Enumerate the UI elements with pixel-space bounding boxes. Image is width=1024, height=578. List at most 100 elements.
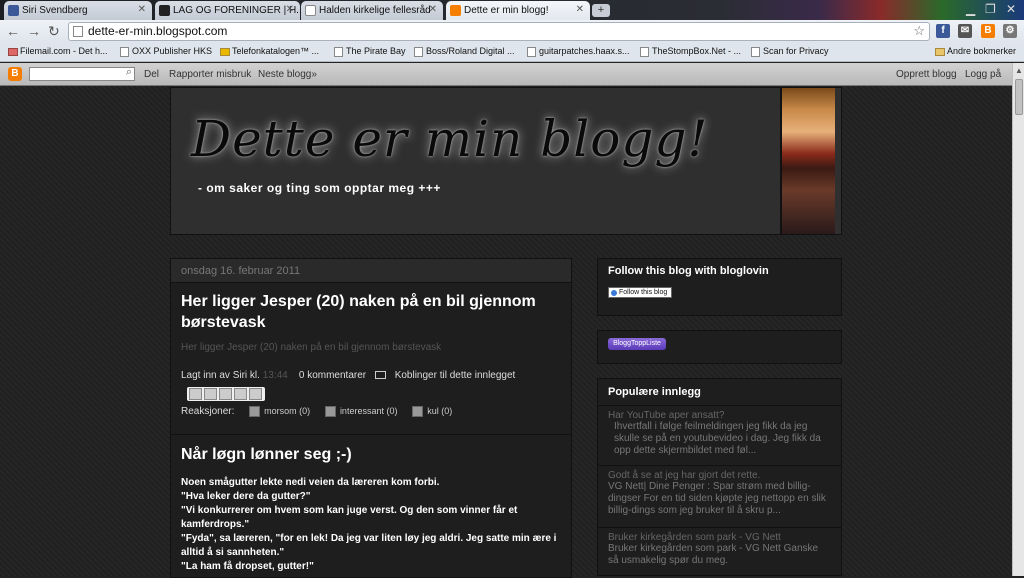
reactions-label: Reaksjoner: xyxy=(181,406,235,418)
facebook-share-icon[interactable] xyxy=(234,388,247,400)
post-date: onsdag 16. februar 2011 xyxy=(171,259,571,283)
post-body: Her ligger Jesper (20) naken på en bil g… xyxy=(181,342,442,353)
scrollbar-thumb[interactable] xyxy=(1015,79,1023,115)
blog-title[interactable]: Dette er min blogg! xyxy=(191,110,708,168)
popular-post-snippet: VG Nett| Dine Penger : Spar strøm med bi… xyxy=(608,481,826,516)
bookmark-item[interactable]: Filemail.com - Det h... xyxy=(8,46,108,56)
post-divider xyxy=(171,434,571,435)
bookmark-item[interactable]: guitarpatches.haax.s... xyxy=(527,46,630,57)
gadget-title: Populære innlegg xyxy=(608,386,701,398)
popular-post-item: Godt å se at jeg har gjort det rette. VG… xyxy=(598,465,841,517)
site-icon xyxy=(159,5,170,16)
bookmark-item[interactable]: OXX Publisher HKS xyxy=(120,46,212,57)
reaction-checkbox-morsom[interactable] xyxy=(249,406,261,417)
bloggtoppliste-badge[interactable]: BloggToppListe xyxy=(608,338,666,350)
mail-extension-icon[interactable]: ✉ xyxy=(958,24,972,38)
bookmark-item[interactable]: TheStompBox.Net - ... xyxy=(640,46,741,57)
blog-header: Dette er min blogg! - om saker og ting s… xyxy=(170,87,842,235)
email-share-icon[interactable] xyxy=(189,388,202,400)
forward-icon[interactable]: → xyxy=(27,23,41,39)
tab-dette-er-min-blogg[interactable]: Dette er min blogg! ✕ xyxy=(446,1,590,20)
other-bookmarks[interactable]: Andre bokmerker xyxy=(935,46,1016,56)
email-post-icon[interactable] xyxy=(374,371,386,380)
reaction-checkbox-interessant[interactable] xyxy=(324,406,336,417)
post-title[interactable]: Her ligger Jesper (20) naken på en bil g… xyxy=(181,291,561,333)
folder-icon xyxy=(935,48,945,56)
close-icon[interactable]: ✕ xyxy=(138,4,146,15)
blogger-logo-icon[interactable]: B xyxy=(8,67,22,81)
close-icon[interactable]: ✕ xyxy=(576,4,584,15)
follow-button[interactable]: Follow this blog xyxy=(608,287,672,298)
login-link[interactable]: Logg på xyxy=(965,69,1001,80)
tab-label: LAG OG FORENINGER | H... xyxy=(173,5,300,16)
bookmark-item[interactable]: Telefonkatalogen™ ... xyxy=(220,46,319,56)
bookmark-icon xyxy=(220,48,230,56)
reload-icon[interactable]: ↻ xyxy=(48,23,60,40)
page-icon xyxy=(120,47,129,57)
blogger-extension-icon[interactable]: B xyxy=(981,24,995,38)
search-icon[interactable]: ⌕ xyxy=(126,66,132,79)
page-icon xyxy=(414,47,423,57)
bookmark-item[interactable]: Scan for Privacy xyxy=(751,46,829,57)
page-icon xyxy=(305,5,316,16)
maximize-icon[interactable]: ❐ xyxy=(985,2,996,16)
bloggtoppliste-gadget: BloggToppListe xyxy=(597,330,842,364)
create-blog-link[interactable]: Opprett blogg xyxy=(896,69,957,80)
blogger-icon xyxy=(450,5,461,16)
bookmark-item[interactable]: Boss/Roland Digital ... xyxy=(414,46,515,57)
facebook-icon xyxy=(8,5,19,16)
bookmarks-bar: Filemail.com - Det h... OXX Publisher HK… xyxy=(0,43,1024,62)
blog-this-icon[interactable] xyxy=(204,388,217,400)
minimize-icon[interactable]: ▁ xyxy=(966,2,975,16)
page-icon xyxy=(73,26,83,37)
tab-label: Siri Svendberg xyxy=(22,5,88,16)
backlinks-link[interactable]: Koblinger til dette innlegget xyxy=(395,370,516,381)
wrench-icon[interactable]: ⚙ xyxy=(1003,24,1017,38)
header-photo xyxy=(780,88,835,234)
post-time[interactable]: 13:44 xyxy=(263,370,288,381)
share-buttons xyxy=(187,387,265,401)
address-text: dette-er-min.blogspot.com xyxy=(88,24,228,38)
page-icon xyxy=(751,47,760,57)
twitter-share-icon[interactable] xyxy=(219,388,232,400)
share-link[interactable]: Del xyxy=(144,69,159,80)
popular-post-title[interactable]: Bruker kirkegården som park - VG Nett xyxy=(608,532,831,543)
comments-link[interactable]: 0 kommentarer xyxy=(299,370,366,381)
facebook-extension-icon[interactable]: f xyxy=(936,24,950,38)
bookmark-icon xyxy=(8,48,18,56)
buzz-share-icon[interactable] xyxy=(249,388,262,400)
close-icon[interactable]: ✕ xyxy=(286,4,294,15)
scrollbar[interactable]: ▲ xyxy=(1012,63,1024,576)
tab-strip: Siri Svendberg ✕ LAG OG FORENINGER | H..… xyxy=(0,0,1024,20)
popular-post-item: Bruker kirkegården som park - VG Nett Br… xyxy=(598,527,841,567)
popular-post-item: Har YouTube aper ansatt? Ihvertfall i fø… xyxy=(598,405,841,457)
report-abuse-link[interactable]: Rapporter misbruk xyxy=(169,69,251,80)
page-icon xyxy=(640,47,649,57)
page-icon xyxy=(527,47,536,57)
bloglovin-gadget: Follow this blog with bloglovin Follow t… xyxy=(597,258,842,316)
blog-search-input[interactable]: ⌕ xyxy=(29,66,135,81)
new-tab-button[interactable]: + xyxy=(592,4,610,17)
address-bar[interactable]: dette-er-min.blogspot.com ☆ xyxy=(68,22,930,41)
tab-label: Dette er min blogg! xyxy=(464,5,549,16)
reactions: Reaksjoner: morsom (0) interessant (0) k… xyxy=(181,406,453,418)
reaction-checkbox-kul[interactable] xyxy=(412,406,424,417)
next-blog-link[interactable]: Neste blogg» xyxy=(258,69,317,80)
bookmark-star-icon[interactable]: ☆ xyxy=(913,23,925,39)
blogger-navbar: B ⌕ Del Rapporter misbruk Neste blogg» O… xyxy=(0,63,1012,86)
bookmark-item[interactable]: The Pirate Bay xyxy=(334,46,406,57)
scroll-up-icon[interactable]: ▲ xyxy=(1015,66,1023,75)
post-title[interactable]: Når løgn lønner seg ;-) xyxy=(181,446,352,464)
post-footer: Lagt inn av Siri kl. 13:44 0 kommentarer… xyxy=(181,370,515,381)
popular-post-title[interactable]: Godt å se at jeg har gjort det rette. xyxy=(608,470,831,481)
popular-post-title[interactable]: Har YouTube aper ansatt? xyxy=(608,410,831,421)
close-window-icon[interactable]: ✕ xyxy=(1006,2,1016,16)
page-icon xyxy=(334,47,343,57)
tab-halden-kirkelige[interactable]: Halden kirkelige fellesråd ✕ xyxy=(301,1,443,20)
back-icon[interactable]: ← xyxy=(6,23,20,39)
tab-lag-og-foreninger[interactable]: LAG OG FORENINGER | H... ✕ xyxy=(155,1,300,20)
popular-post-snippet: Ihvertfall i følge feilmeldingen jeg fik… xyxy=(614,421,821,456)
close-icon[interactable]: ✕ xyxy=(429,4,437,15)
blog-description: - om saker og ting som opptar meg +++ xyxy=(198,181,441,195)
tab-siri-svendberg[interactable]: Siri Svendberg ✕ xyxy=(4,1,152,20)
